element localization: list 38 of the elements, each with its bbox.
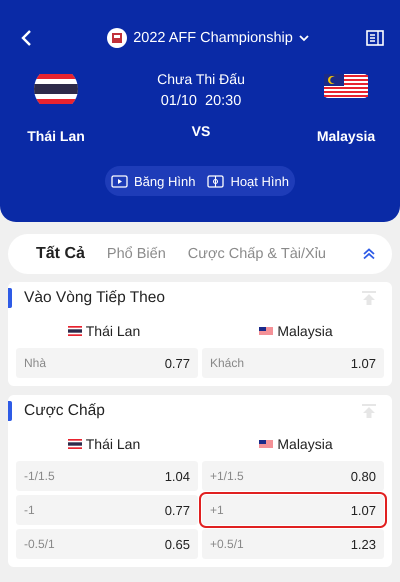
odds-button[interactable]: +0.5/1 1.23	[202, 529, 384, 559]
play-icon	[111, 174, 128, 188]
market-title: Cược Chấp	[24, 402, 105, 420]
team-name: Malaysia	[316, 128, 376, 144]
league-selector[interactable]: 2022 AFF Championship	[107, 28, 309, 48]
odds-button[interactable]: -0.5/1 0.65	[16, 529, 198, 559]
flag-icon	[259, 440, 274, 448]
flag-icon	[34, 74, 78, 104]
team-name: Thái Lan	[27, 128, 85, 144]
market-tab[interactable]: Tất Cả	[36, 245, 85, 263]
market-title: Vào Vòng Tiếp Theo	[24, 289, 166, 307]
chevron-down-icon	[298, 34, 309, 42]
odds-button[interactable]: +1 1.07	[202, 495, 384, 525]
flag-icon	[324, 74, 368, 98]
collapse-icon[interactable]	[362, 248, 376, 260]
scoreboard-icon[interactable]	[366, 30, 384, 46]
back-icon[interactable]	[20, 29, 32, 47]
team-name: Malaysia	[277, 323, 333, 339]
flag-icon	[68, 439, 82, 449]
team-name: Malaysia	[277, 436, 333, 452]
flag-icon	[259, 327, 274, 335]
league-title: 2022 AFF Championship	[133, 30, 293, 46]
video-button[interactable]: Băng Hình	[111, 174, 196, 188]
odds-button[interactable]: +1/1.5 0.80	[202, 461, 384, 491]
odds-button[interactable]: Khách 1.07	[202, 348, 384, 378]
odds-button[interactable]: -1 0.77	[16, 495, 198, 525]
animation-button[interactable]: Hoạt Hình	[207, 174, 289, 188]
team-name: Thái Lan	[86, 436, 140, 452]
odds-button[interactable]: -1/1.5 1.04	[16, 461, 198, 491]
pitch-icon	[207, 174, 224, 188]
flag-icon	[68, 326, 82, 336]
odds-button[interactable]: Nhà 0.77	[16, 348, 198, 378]
match-date: 01/10	[160, 93, 197, 109]
match-time: 20:30	[205, 93, 242, 109]
team-name: Thái Lan	[86, 323, 140, 339]
match-status: Chưa Thi Đấu	[157, 71, 245, 87]
versus-label: VS	[192, 123, 210, 139]
league-logo-icon	[107, 28, 128, 48]
